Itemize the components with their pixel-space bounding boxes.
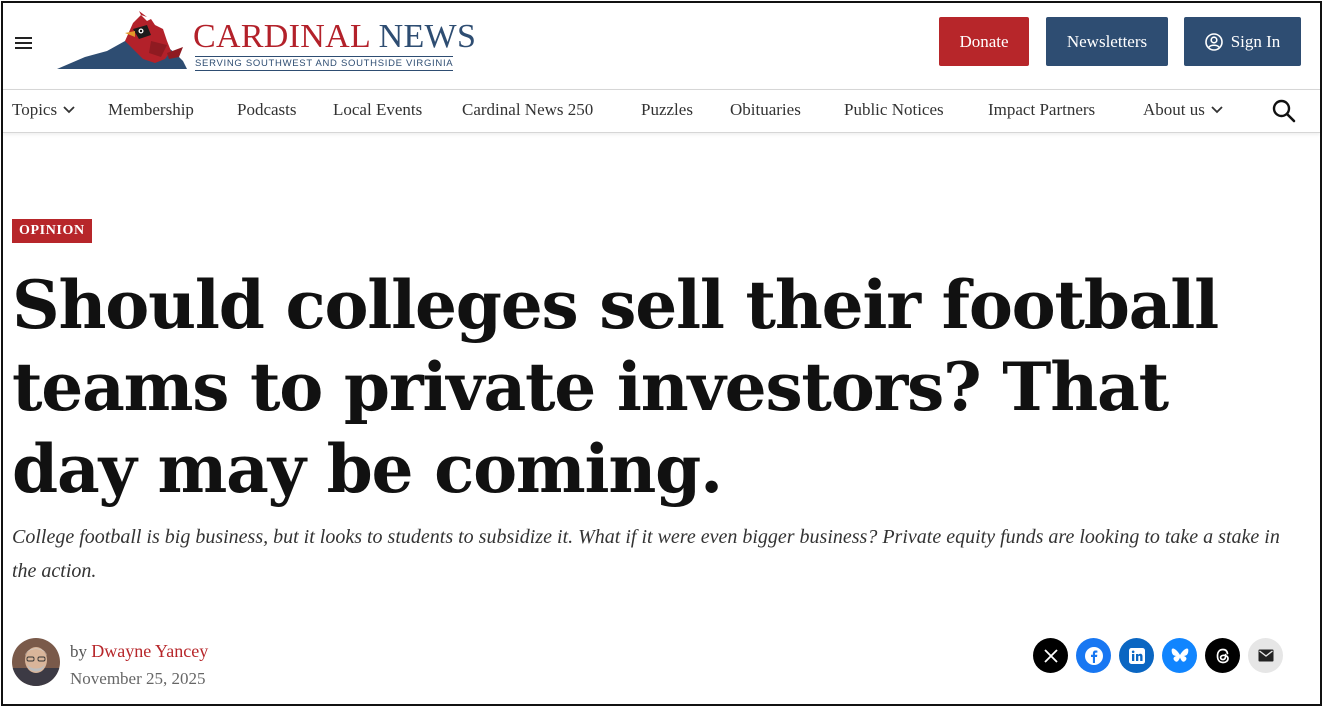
newsletters-button[interactable]: Newsletters	[1046, 17, 1168, 66]
nav-item-impact-partners[interactable]: Impact Partners	[988, 100, 1095, 120]
threads-icon	[1216, 648, 1229, 663]
nav-item-label: Topics	[12, 100, 58, 119]
donate-button[interactable]: Donate	[939, 17, 1029, 66]
author-meta: by Dwayne Yancey November 25, 2025	[12, 638, 412, 688]
nav-item-cardinal-news-250[interactable]: Cardinal News 250	[462, 100, 593, 120]
logo-title: CARDINAL NEWS	[193, 20, 476, 54]
share-threads-button[interactable]	[1205, 638, 1240, 673]
facebook-icon	[1084, 646, 1103, 665]
site-header: CARDINAL NEWS SERVING SOUTHWEST AND SOUT…	[3, 3, 1320, 89]
logo-title-news: NEWS	[378, 18, 477, 55]
sign-in-button[interactable]: Sign In	[1184, 17, 1301, 66]
search-icon[interactable]	[1271, 98, 1297, 124]
publish-date: November 25, 2025	[70, 669, 206, 688]
cardinal-virginia-logo-icon	[57, 11, 187, 69]
share-linkedin-button[interactable]	[1119, 638, 1154, 673]
byline-prefix: by	[70, 642, 87, 661]
author-avatar[interactable]	[12, 638, 60, 686]
nav-item-public-notices[interactable]: Public Notices	[844, 100, 944, 120]
share-x-button[interactable]	[1033, 638, 1068, 673]
user-circle-icon	[1204, 32, 1223, 51]
email-icon	[1258, 649, 1273, 662]
main-nav: Topics Membership Podcasts Local Events …	[3, 89, 1320, 133]
nav-item-podcasts[interactable]: Podcasts	[237, 100, 297, 120]
chevron-down-icon	[63, 106, 75, 114]
newsletters-button-label: Newsletters	[1066, 31, 1148, 51]
nav-item-label: Obituaries	[730, 100, 801, 119]
nav-item-about-us[interactable]: About us	[1143, 100, 1223, 120]
linkedin-icon	[1128, 647, 1145, 664]
logo-tagline: SERVING SOUTHWEST AND SOUTHSIDE VIRGINIA	[195, 56, 454, 71]
nav-item-label: Membership	[108, 100, 194, 119]
share-email-button[interactable]	[1248, 638, 1283, 673]
donate-button-label: Donate	[959, 31, 1009, 51]
nav-item-label: Public Notices	[844, 100, 944, 119]
article-dek: College football is big business, but it…	[12, 526, 1280, 582]
nav-item-label: About us	[1143, 100, 1205, 119]
share-bluesky-button[interactable]	[1162, 638, 1197, 673]
category-label: OPINION	[19, 223, 85, 238]
nav-item-puzzles[interactable]: Puzzles	[641, 100, 693, 120]
x-icon	[1043, 648, 1058, 663]
nav-item-topics[interactable]: Topics	[12, 100, 75, 120]
nav-item-label: Local Events	[333, 100, 423, 119]
share-facebook-button[interactable]	[1076, 638, 1111, 673]
category-badge[interactable]: OPINION	[12, 219, 92, 243]
nav-item-local-events[interactable]: Local Events	[333, 100, 422, 120]
logo-title-cardinal: CARDINAL	[193, 18, 370, 55]
chevron-down-icon	[1211, 106, 1223, 114]
byline: by Dwayne Yancey	[70, 641, 208, 662]
nav-item-obituaries[interactable]: Obituaries	[730, 100, 801, 120]
nav-item-label: Cardinal News 250	[462, 100, 594, 119]
sign-in-button-label: Sign In	[1230, 31, 1281, 51]
bluesky-icon	[1171, 648, 1188, 662]
nav-item-label: Impact Partners	[988, 100, 1096, 119]
nav-item-membership[interactable]: Membership	[108, 100, 194, 120]
article-headline: Should colleges sell their football team…	[12, 266, 1219, 508]
nav-item-label: Podcasts	[237, 100, 297, 119]
site-logo[interactable]: CARDINAL NEWS SERVING SOUTHWEST AND SOUT…	[55, 11, 495, 73]
hamburger-menu-icon[interactable]	[15, 33, 35, 53]
nav-item-label: Puzzles	[641, 100, 693, 119]
author-link[interactable]: Dwayne Yancey	[91, 641, 208, 661]
